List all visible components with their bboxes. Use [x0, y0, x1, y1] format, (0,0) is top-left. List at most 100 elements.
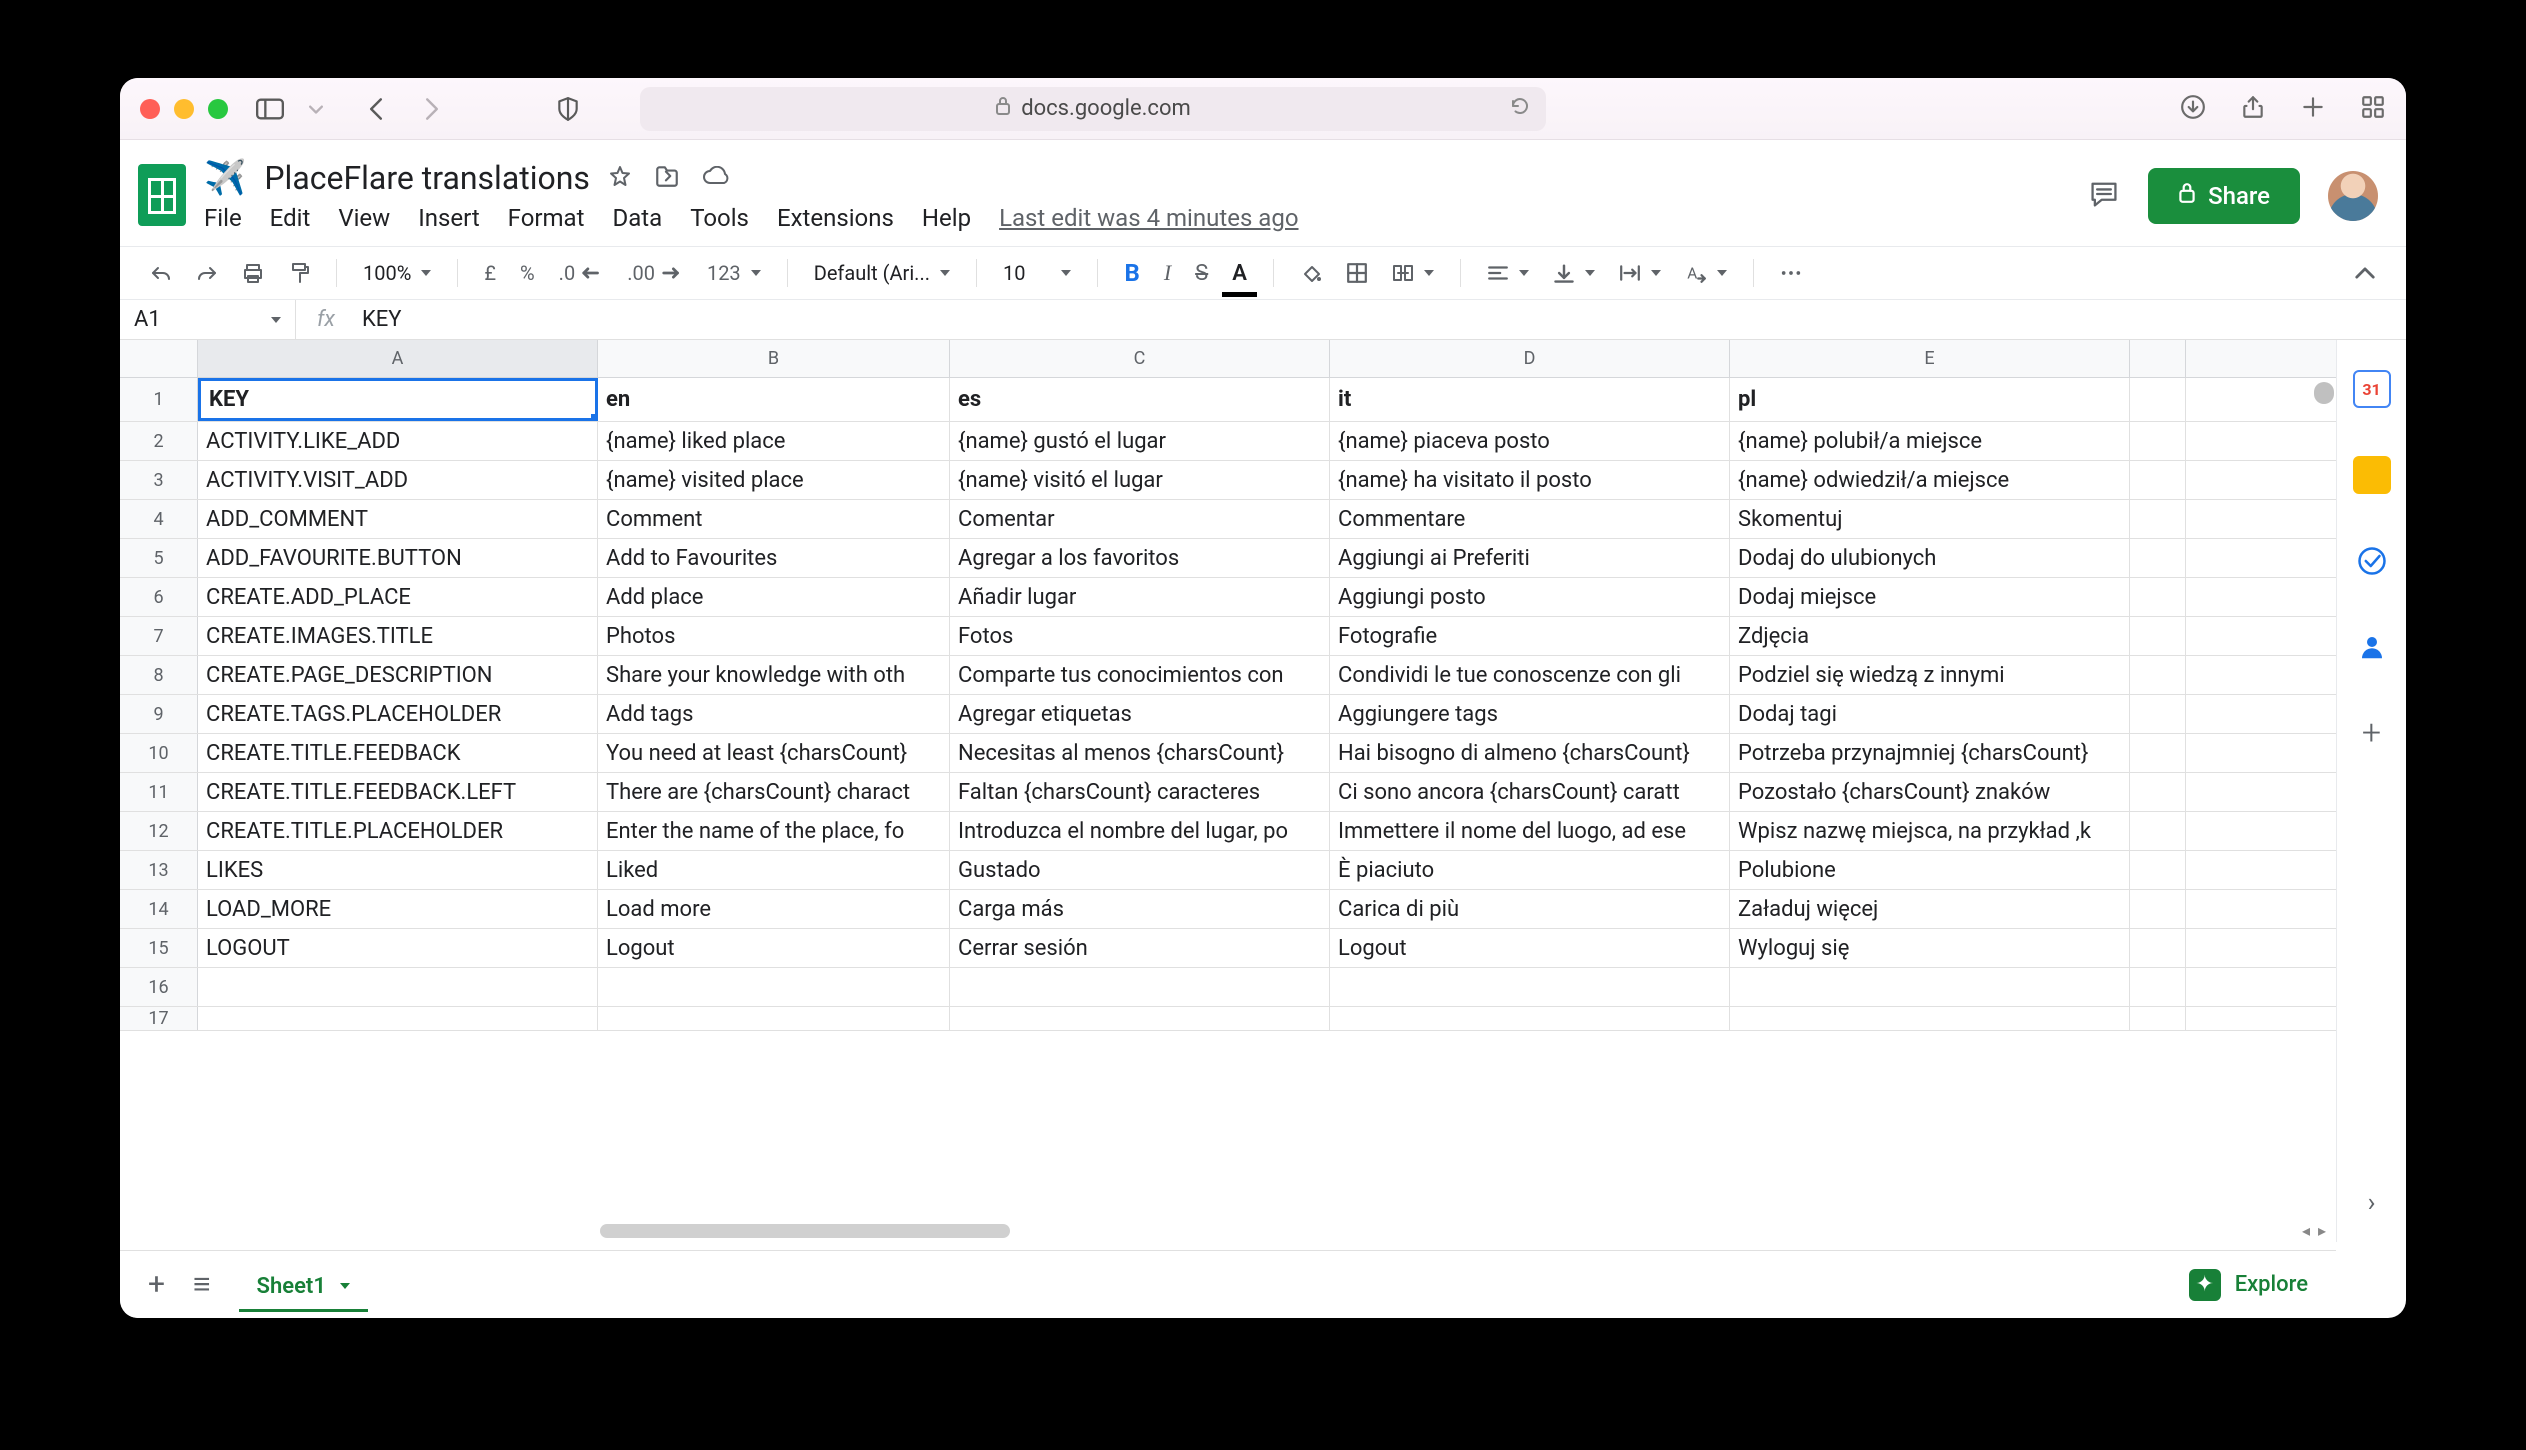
table-row[interactable]: 2ACTIVITY.LIKE_ADD{name} liked place{nam… [120, 422, 2336, 461]
cell[interactable]: CREATE.TITLE.FEEDBACK.LEFT [198, 773, 598, 811]
reload-button[interactable] [1510, 96, 1530, 122]
cell[interactable]: Dodaj tagi [1730, 695, 2130, 733]
cell[interactable]: Liked [598, 851, 950, 889]
cell[interactable]: Comentar [950, 500, 1330, 538]
cell[interactable]: Wpisz nazwę miejsca, na przykład ‚k [1730, 812, 2130, 850]
cell[interactable]: {name} ha visitato il posto [1330, 461, 1730, 499]
cell[interactable] [2130, 734, 2186, 772]
keep-addon-icon[interactable] [2353, 456, 2391, 494]
more-formats-button[interactable]: 123 [699, 255, 769, 291]
cell[interactable]: Hai bisogno di almeno {charsCount} [1330, 734, 1730, 772]
table-row[interactable]: 17 [120, 1007, 2336, 1031]
menu-file[interactable]: File [204, 204, 242, 232]
cell[interactable]: {name} gustó el lugar [950, 422, 1330, 460]
cell[interactable]: Aggiungi posto [1330, 578, 1730, 616]
row-header[interactable]: 1 [120, 378, 198, 421]
row-header[interactable]: 15 [120, 929, 198, 967]
row-header[interactable]: 9 [120, 695, 198, 733]
cell[interactable]: CREATE.IMAGES.TITLE [198, 617, 598, 655]
cell[interactable]: Añadir lugar [950, 578, 1330, 616]
cell[interactable] [2130, 851, 2186, 889]
cell[interactable] [1730, 1007, 2130, 1030]
fullscreen-window-button[interactable] [208, 99, 228, 119]
row-header[interactable]: 6 [120, 578, 198, 616]
horizontal-align-button[interactable] [1479, 255, 1537, 291]
cell[interactable]: Faltan {charsCount} caracteres [950, 773, 1330, 811]
bold-button[interactable]: B [1116, 255, 1147, 291]
row-header[interactable]: 5 [120, 539, 198, 577]
column-header-E[interactable]: E [1730, 340, 2130, 377]
strikethrough-button[interactable]: S [1187, 255, 1216, 291]
add-sheet-button[interactable]: + [148, 1267, 165, 1302]
spreadsheet-grid[interactable]: A B C D E 1KEYenesitpl2ACTIVITY.LIKE_ADD… [120, 340, 2336, 1242]
cell[interactable]: Wyloguj się [1730, 929, 2130, 967]
column-header-A[interactable]: A [198, 340, 598, 377]
comments-button[interactable] [2088, 179, 2120, 213]
cell[interactable]: Comparte tus conocimientos con [950, 656, 1330, 694]
sheet-scroll-arrows[interactable]: ◂ ▸ [2302, 1221, 2326, 1240]
cell[interactable] [2130, 812, 2186, 850]
row-header[interactable]: 17 [120, 1007, 198, 1030]
cell[interactable] [2130, 461, 2186, 499]
increase-decimal-button[interactable]: .00 [619, 255, 691, 291]
cell[interactable]: CREATE.TITLE.PLACEHOLDER [198, 812, 598, 850]
cell[interactable] [2130, 890, 2186, 928]
row-header[interactable]: 13 [120, 851, 198, 889]
cell[interactable]: Agregar a los favoritos [950, 539, 1330, 577]
share-button[interactable]: Share [2148, 168, 2300, 224]
cell[interactable]: LIKES [198, 851, 598, 889]
cell[interactable]: Add tags [598, 695, 950, 733]
table-row[interactable]: 15LOGOUTLogoutCerrar sesiónLogoutWyloguj… [120, 929, 2336, 968]
table-row[interactable]: 6CREATE.ADD_PLACEAdd placeAñadir lugarAg… [120, 578, 2336, 617]
cell[interactable] [2130, 773, 2186, 811]
row-header[interactable]: 14 [120, 890, 198, 928]
table-row[interactable]: 16 [120, 968, 2336, 1007]
name-box[interactable]: A1 [120, 300, 296, 339]
cell[interactable]: Załaduj więcej [1730, 890, 2130, 928]
table-row[interactable]: 12CREATE.TITLE.PLACEHOLDEREnter the name… [120, 812, 2336, 851]
vertical-align-button[interactable] [1545, 255, 1603, 291]
table-row[interactable]: 14LOAD_MORELoad moreCarga másCarica di p… [120, 890, 2336, 929]
font-size-select[interactable]: 10 [995, 255, 1079, 291]
cell[interactable]: Add place [598, 578, 950, 616]
cell[interactable] [198, 968, 598, 1006]
fill-color-button[interactable] [1292, 255, 1330, 291]
cell[interactable]: Gustado [950, 851, 1330, 889]
cell[interactable]: ACTIVITY.VISIT_ADD [198, 461, 598, 499]
cell[interactable]: pl [1730, 378, 2130, 421]
cell[interactable] [950, 968, 1330, 1006]
cell[interactable] [2130, 1007, 2186, 1030]
cell[interactable] [2130, 539, 2186, 577]
row-header[interactable]: 16 [120, 968, 198, 1006]
table-row[interactable]: 4ADD_COMMENTCommentComentarCommentareSko… [120, 500, 2336, 539]
italic-button[interactable]: I [1156, 255, 1179, 291]
cell[interactable]: Potrzeba przynajmniej {charsCount} [1730, 734, 2130, 772]
cell[interactable]: {name} visited place [598, 461, 950, 499]
share-button-safari[interactable] [2240, 94, 2266, 124]
cell[interactable]: Ci sono ancora {charsCount} caratt [1330, 773, 1730, 811]
menu-data[interactable]: Data [612, 204, 662, 232]
cell[interactable]: Fotos [950, 617, 1330, 655]
cell[interactable]: Polubione [1730, 851, 2130, 889]
row-header[interactable]: 4 [120, 500, 198, 538]
row-header[interactable]: 7 [120, 617, 198, 655]
cell[interactable] [1730, 968, 2130, 1006]
cell[interactable]: CREATE.TAGS.PLACEHOLDER [198, 695, 598, 733]
table-row[interactable]: 8CREATE.PAGE_DESCRIPTIONShare your knowl… [120, 656, 2336, 695]
calendar-addon-icon[interactable]: 31 [2353, 370, 2391, 408]
cell[interactable] [598, 1007, 950, 1030]
address-bar[interactable]: docs.google.com [640, 87, 1546, 131]
cell[interactable]: Load more [598, 890, 950, 928]
cell[interactable]: {name} visitó el lugar [950, 461, 1330, 499]
tab-group-dropdown[interactable] [302, 95, 330, 123]
row-header[interactable]: 11 [120, 773, 198, 811]
cell[interactable]: Carica di più [1330, 890, 1730, 928]
cell[interactable] [598, 968, 950, 1006]
cell[interactable] [2130, 500, 2186, 538]
back-button[interactable] [362, 95, 390, 123]
cell[interactable]: ACTIVITY.LIKE_ADD [198, 422, 598, 460]
cell[interactable]: Pozostało {charsCount} znaków [1730, 773, 2130, 811]
format-percent-button[interactable]: % [512, 255, 543, 291]
cell[interactable]: Necesitas al menos {charsCount} [950, 734, 1330, 772]
cell[interactable]: Aggiungi ai Preferiti [1330, 539, 1730, 577]
